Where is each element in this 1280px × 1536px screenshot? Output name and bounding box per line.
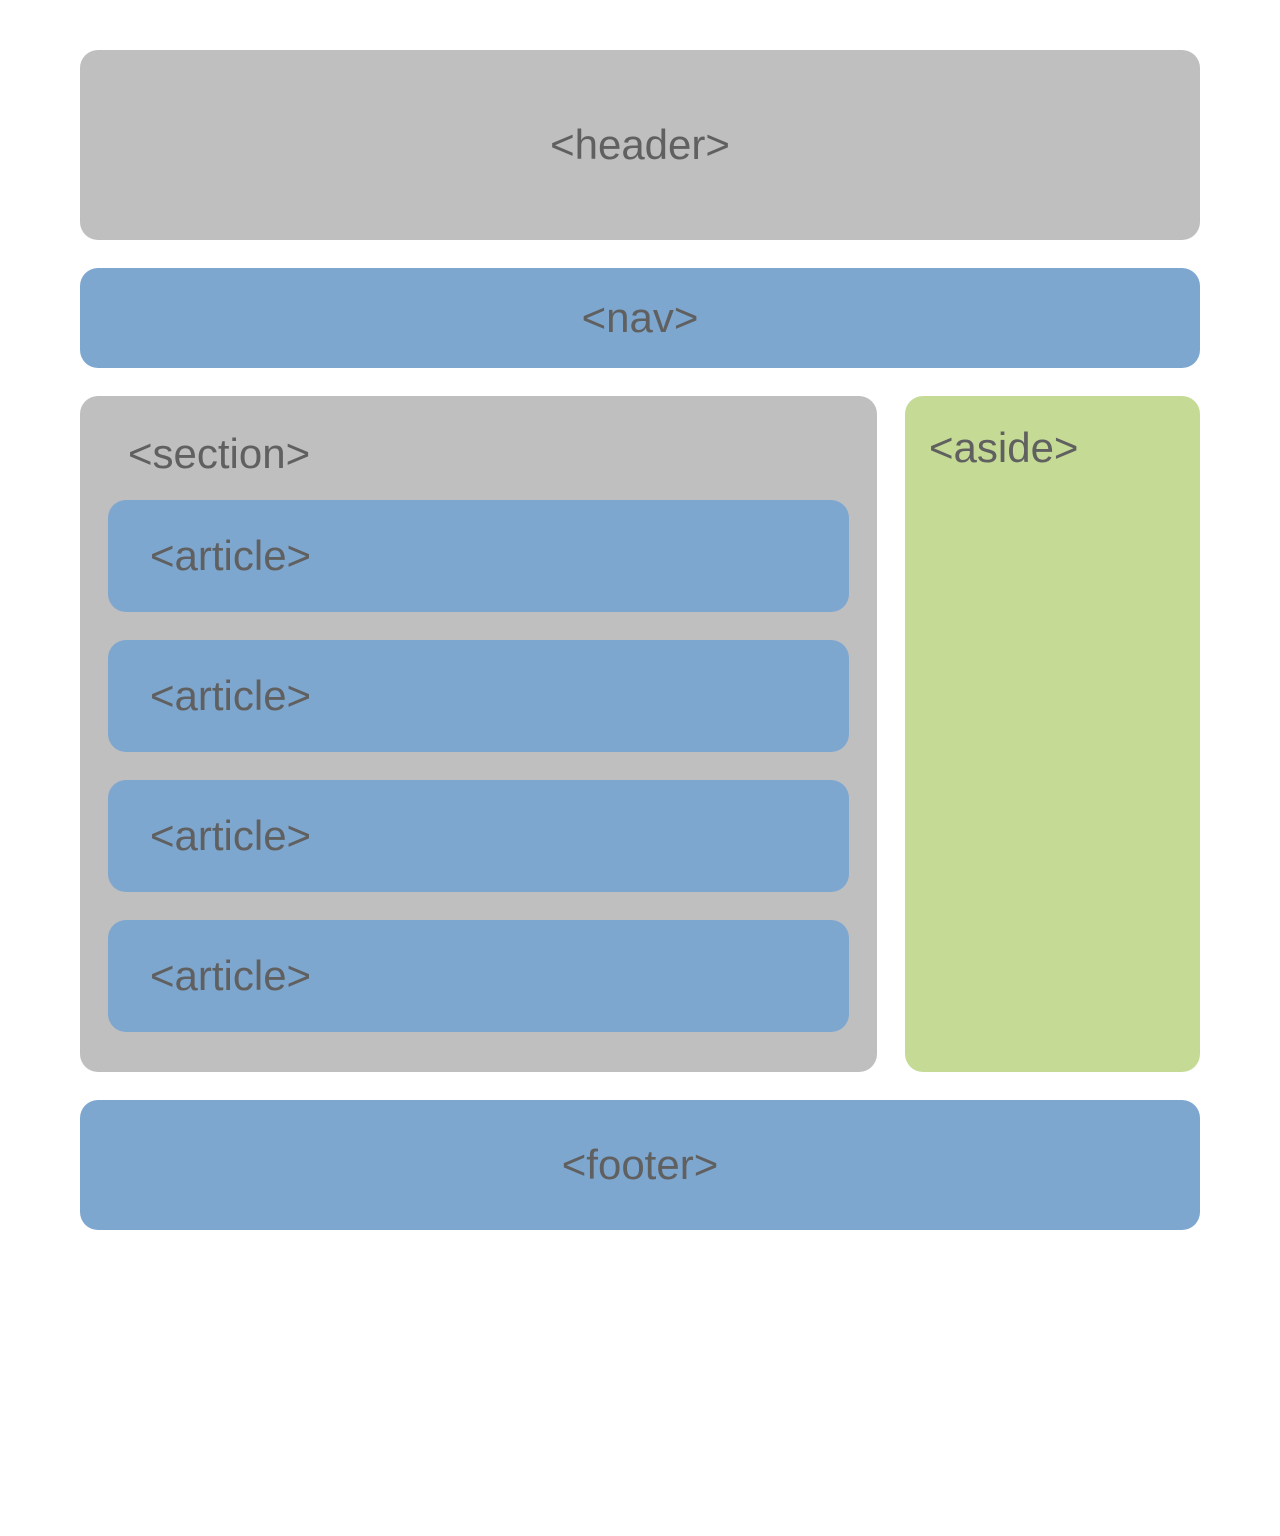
nav-region: <nav> — [80, 268, 1200, 368]
article-region: <article> — [108, 780, 849, 892]
article-region: <article> — [108, 640, 849, 752]
section-region: <section> <article> <article> <article> … — [80, 396, 877, 1072]
aside-label: <aside> — [929, 424, 1078, 471]
article-region: <article> — [108, 920, 849, 1032]
main-content-row: <section> <article> <article> <article> … — [80, 396, 1200, 1072]
article-label: <article> — [150, 672, 311, 720]
header-region: <header> — [80, 50, 1200, 240]
nav-label: <nav> — [582, 294, 699, 342]
article-region: <article> — [108, 500, 849, 612]
article-label: <article> — [150, 812, 311, 860]
section-label: <section> — [108, 426, 849, 500]
header-label: <header> — [550, 121, 730, 169]
article-label: <article> — [150, 532, 311, 580]
footer-label: <footer> — [562, 1141, 718, 1189]
article-label: <article> — [150, 952, 311, 1000]
aside-region: <aside> — [905, 396, 1200, 1072]
footer-region: <footer> — [80, 1100, 1200, 1230]
html5-layout-diagram: <header> <nav> <section> <article> <arti… — [80, 50, 1200, 1230]
